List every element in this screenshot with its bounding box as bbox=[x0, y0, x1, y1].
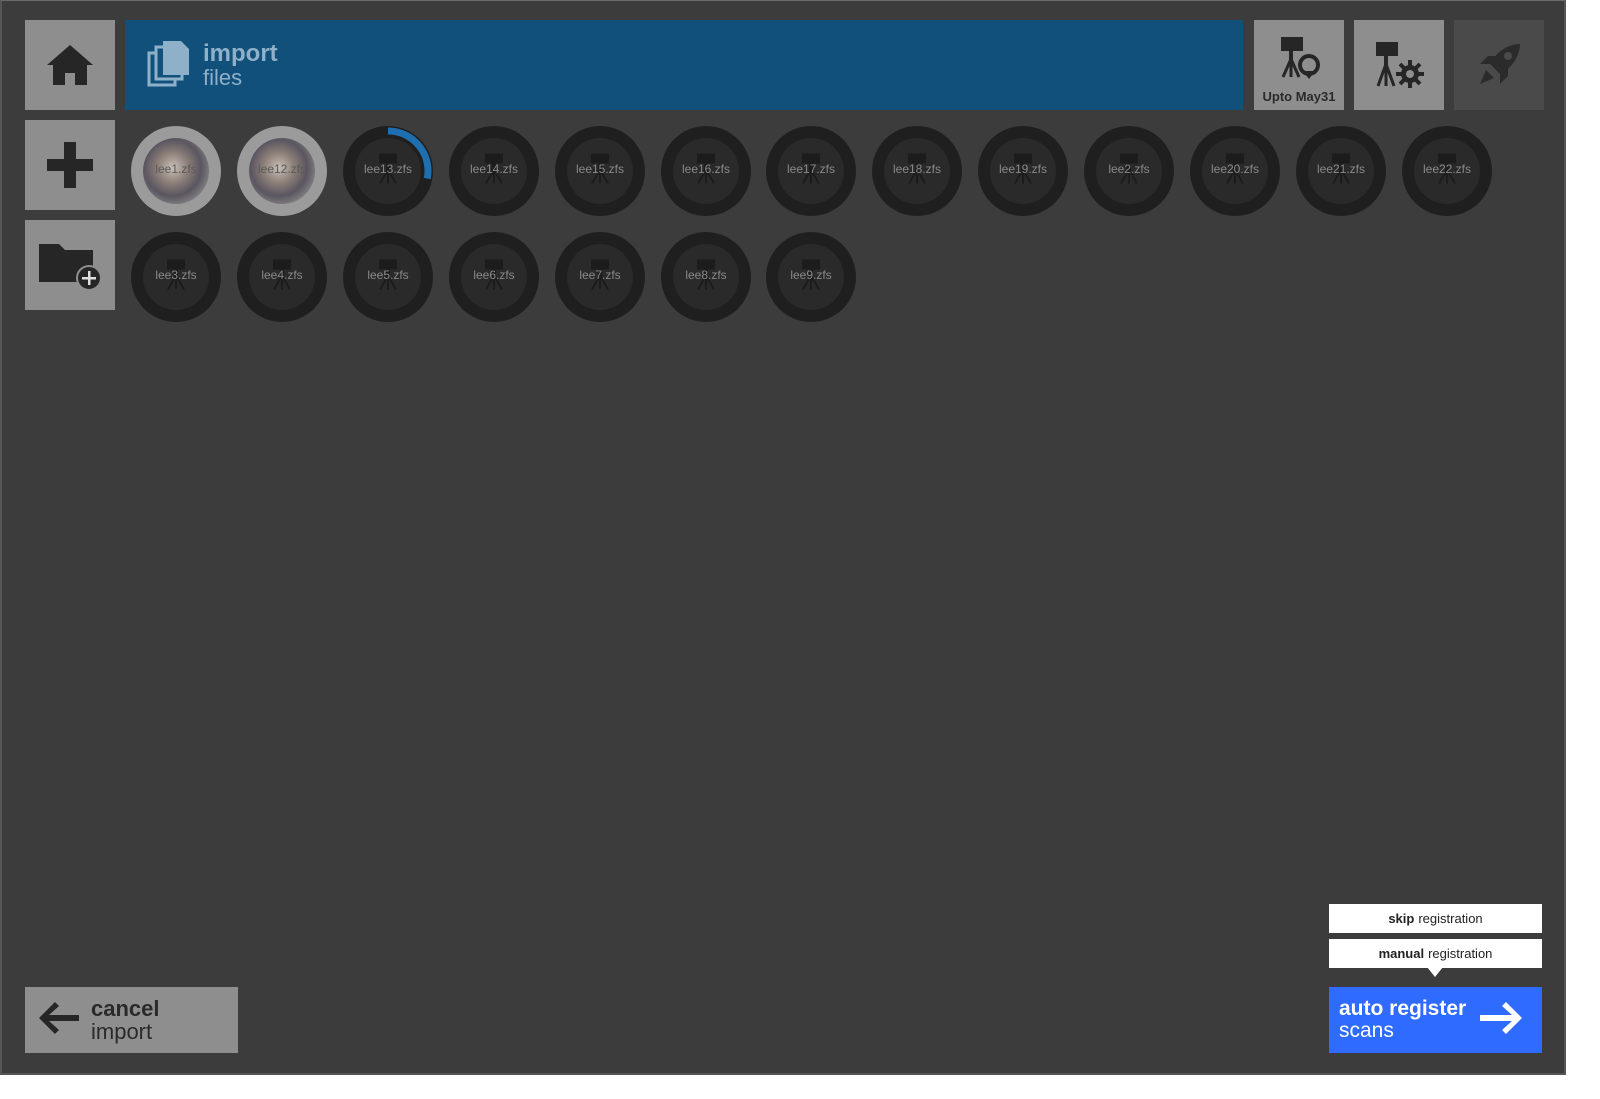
rocket-icon bbox=[1480, 44, 1520, 84]
scan-filename: lee18.zfs bbox=[892, 162, 942, 176]
page-subtitle: files bbox=[203, 65, 243, 91]
scan-item[interactable]: lee6.zfs bbox=[449, 232, 539, 322]
scan-item[interactable]: lee22.zfs bbox=[1402, 126, 1492, 216]
scan-item[interactable]: lee4.zfs bbox=[237, 232, 327, 322]
scan-filename: lee15.zfs bbox=[575, 162, 625, 176]
scan-filename: lee19.zfs bbox=[998, 162, 1048, 176]
scan-filename: lee8.zfs bbox=[685, 268, 727, 282]
scan-filename: lee20.zfs bbox=[1210, 162, 1260, 176]
scan-item[interactable]: lee16.zfs bbox=[661, 126, 751, 216]
scan-filename: lee7.zfs bbox=[579, 268, 621, 282]
skip-bold-label: skip bbox=[1388, 911, 1415, 926]
scan-item[interactable]: lee19.zfs bbox=[978, 126, 1068, 216]
page-title: import bbox=[203, 39, 278, 67]
scanner-location-icon bbox=[1281, 37, 1320, 79]
skip-registration-button[interactable]: skip registration bbox=[1329, 904, 1542, 933]
scan-item[interactable]: lee3.zfs bbox=[131, 232, 221, 322]
project-label: Upto May31 bbox=[1262, 89, 1336, 104]
scan-item[interactable]: lee8.zfs bbox=[661, 232, 751, 322]
scan-item[interactable]: lee1.zfs bbox=[131, 126, 221, 216]
folder-add-icon bbox=[39, 244, 102, 291]
cancel-sublabel: import bbox=[91, 1019, 153, 1044]
scanner-settings-button[interactable] bbox=[1354, 20, 1444, 110]
home-button[interactable] bbox=[25, 20, 115, 110]
scan-filename: lee4.zfs bbox=[261, 268, 303, 282]
manual-label: registration bbox=[1428, 946, 1493, 961]
launch-button[interactable] bbox=[1454, 20, 1544, 110]
scan-filename: lee12.zfs bbox=[257, 162, 307, 176]
scan-item[interactable]: lee15.zfs bbox=[555, 126, 645, 216]
auto-register-label: auto register bbox=[1339, 996, 1467, 1020]
page-header: import files bbox=[125, 20, 1243, 110]
auto-register-sublabel: scans bbox=[1339, 1019, 1394, 1042]
scan-filename: lee14.zfs bbox=[469, 162, 519, 176]
scan-item[interactable]: lee2.zfs bbox=[1084, 126, 1174, 216]
arrow-left-icon bbox=[37, 1000, 81, 1041]
scan-item[interactable]: lee14.zfs bbox=[449, 126, 539, 216]
scan-item[interactable]: lee9.zfs bbox=[766, 232, 856, 322]
scan-item[interactable]: lee18.zfs bbox=[872, 126, 962, 216]
cancel-label: cancel bbox=[91, 995, 160, 1021]
scan-filename: lee21.zfs bbox=[1316, 162, 1366, 176]
plus-icon bbox=[47, 142, 93, 188]
scan-filename: lee6.zfs bbox=[473, 268, 515, 282]
files-icon bbox=[147, 39, 191, 92]
manual-bold-label: manual bbox=[1378, 946, 1425, 961]
project-button[interactable]: Upto May31 bbox=[1254, 20, 1344, 110]
options-caret bbox=[1427, 967, 1443, 977]
bottom-gutter bbox=[0, 1075, 1600, 1099]
scan-filename: lee17.zfs bbox=[786, 162, 836, 176]
scan-filename: lee5.zfs bbox=[367, 268, 409, 282]
scan-item[interactable]: lee7.zfs bbox=[555, 232, 645, 322]
scan-filename: lee1.zfs bbox=[155, 162, 197, 176]
add-folder-button[interactable] bbox=[25, 220, 115, 310]
scan-filename: lee13.zfs bbox=[363, 162, 413, 176]
scan-item[interactable]: lee21.zfs bbox=[1296, 126, 1386, 216]
scan-filename: lee2.zfs bbox=[1108, 162, 1150, 176]
home-icon bbox=[47, 45, 93, 85]
scan-filename: lee9.zfs bbox=[790, 268, 832, 282]
scan-filename: lee16.zfs bbox=[681, 162, 731, 176]
scanner-settings-icon bbox=[1376, 42, 1424, 88]
scan-item[interactable]: lee20.zfs bbox=[1190, 126, 1280, 216]
right-gutter bbox=[1566, 0, 1600, 1099]
scan-filename: lee3.zfs bbox=[155, 268, 197, 282]
scan-item[interactable]: lee5.zfs bbox=[343, 232, 433, 322]
cancel-import-button[interactable]: cancel import bbox=[25, 987, 238, 1053]
add-scan-button[interactable] bbox=[25, 120, 115, 210]
scan-filename: lee22.zfs bbox=[1422, 162, 1472, 176]
auto-register-button[interactable]: auto register scans bbox=[1329, 987, 1542, 1053]
scan-item[interactable]: lee13.zfs bbox=[343, 126, 433, 216]
skip-label: registration bbox=[1418, 911, 1483, 926]
scan-item[interactable]: lee12.zfs bbox=[237, 126, 327, 216]
manual-registration-button[interactable]: manual registration bbox=[1329, 939, 1542, 968]
arrow-right-icon bbox=[1478, 1000, 1524, 1041]
scan-item[interactable]: lee17.zfs bbox=[766, 126, 856, 216]
